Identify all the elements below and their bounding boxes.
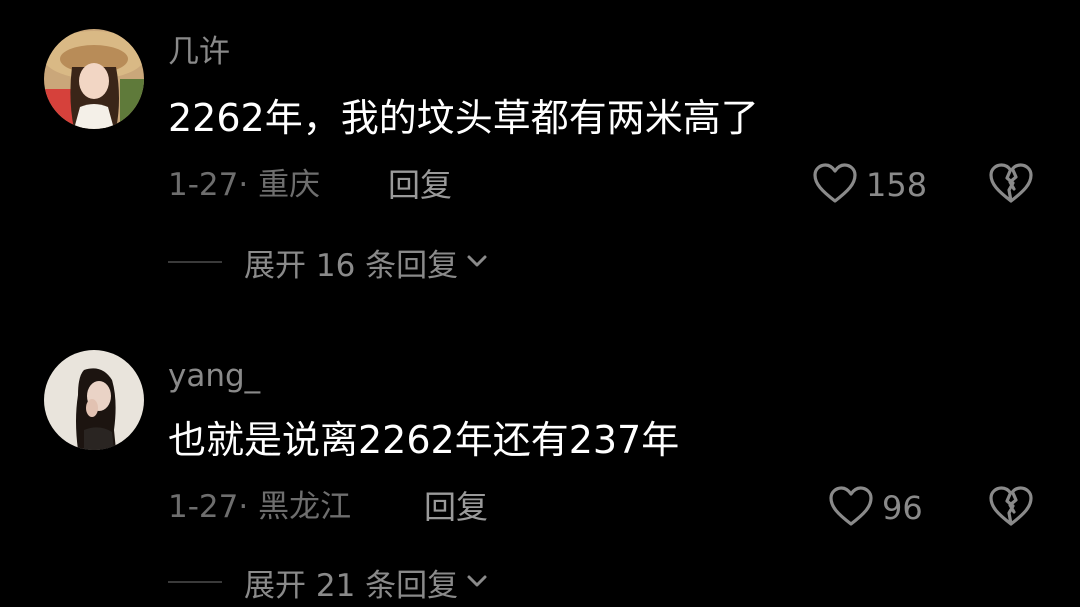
chevron-down-icon (466, 573, 488, 592)
like-button[interactable]: 158 (812, 162, 927, 208)
comment-text: 2262年，我的坟头草都有两米高了 (168, 96, 759, 140)
comment-meta: 1-27· 重庆 (168, 167, 321, 203)
broken-heart-icon (988, 486, 1034, 531)
broken-heart-icon (988, 163, 1034, 208)
expand-replies[interactable]: 展开 21 条回复 (168, 562, 488, 604)
chevron-down-icon (466, 253, 488, 272)
like-count: 158 (866, 166, 928, 204)
divider (168, 581, 222, 583)
avatar[interactable] (44, 350, 144, 450)
like-count: 96 (882, 489, 923, 527)
comment-text: 也就是说离2262年还有237年 (168, 418, 680, 462)
comment-meta: 1-27· 黑龙江 (168, 489, 352, 525)
heart-outline-icon (812, 162, 858, 208)
comment-username[interactable]: yang_ (168, 356, 260, 396)
comment-username[interactable]: 几许 (168, 32, 230, 72)
dislike-button[interactable] (988, 162, 1036, 208)
expand-replies[interactable]: 展开 16 条回复 (168, 242, 488, 284)
dislike-button[interactable] (988, 485, 1036, 531)
expand-replies-label: 展开 16 条回复 (244, 247, 459, 284)
reply-button[interactable]: 回复 (388, 165, 452, 205)
avatar[interactable] (44, 29, 144, 129)
expand-replies-label: 展开 21 条回复 (244, 567, 459, 604)
divider (168, 261, 222, 263)
reply-button[interactable]: 回复 (424, 487, 488, 527)
like-button[interactable]: 96 (828, 485, 923, 531)
heart-outline-icon (828, 485, 874, 531)
comment-list: 几许 2262年，我的坟头草都有两米高了 1-27· 重庆 回复 158 展开 … (0, 0, 1080, 607)
